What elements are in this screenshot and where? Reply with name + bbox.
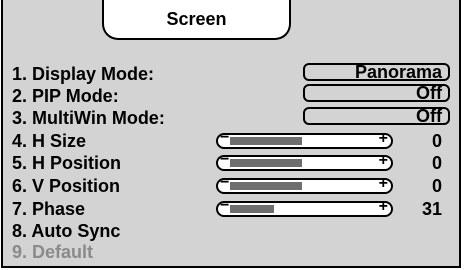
menu-item-h-size[interactable]: 4. H Size bbox=[12, 131, 86, 151]
slider-fill bbox=[230, 205, 274, 213]
display-mode-value[interactable]: Panorama bbox=[303, 63, 450, 81]
plus-icon: + bbox=[378, 201, 388, 215]
menu-item-display-mode[interactable]: 1. Display Mode: bbox=[12, 64, 154, 84]
plus-icon: + bbox=[378, 178, 388, 192]
minus-icon: − bbox=[220, 155, 230, 168]
slider-fill bbox=[230, 159, 302, 167]
plus-icon: + bbox=[378, 133, 388, 147]
pip-mode-value[interactable]: Off bbox=[303, 84, 450, 102]
h-position-value: 0 bbox=[431, 153, 442, 173]
menu-item-default: 9. Default bbox=[12, 242, 94, 262]
slider-fill bbox=[230, 182, 302, 190]
menu-item-v-position[interactable]: 6. V Position bbox=[12, 176, 120, 196]
h-position-slider[interactable]: − + bbox=[216, 155, 393, 171]
slider-fill bbox=[230, 137, 302, 145]
menu-item-multiwin-mode[interactable]: 3. MultiWin Mode: bbox=[12, 108, 165, 128]
h-size-value: 0 bbox=[431, 131, 442, 151]
v-position-slider[interactable]: − + bbox=[216, 178, 393, 194]
screen-menu-panel: Screen 1. Display Mode: Panorama 2. PIP … bbox=[1, 0, 461, 268]
menu-item-phase[interactable]: 7. Phase bbox=[12, 199, 85, 219]
plus-icon: + bbox=[378, 155, 388, 169]
menu-item-pip-mode[interactable]: 2. PIP Mode: bbox=[12, 86, 119, 106]
multiwin-mode-value[interactable]: Off bbox=[303, 107, 450, 125]
h-size-slider[interactable]: − + bbox=[216, 133, 393, 149]
phase-value: 31 bbox=[421, 199, 442, 219]
v-position-value: 0 bbox=[431, 176, 442, 196]
menu-item-auto-sync[interactable]: 8. Auto Sync bbox=[12, 221, 120, 241]
phase-slider[interactable]: − + bbox=[216, 201, 393, 217]
minus-icon: − bbox=[220, 178, 230, 191]
minus-icon: − bbox=[220, 133, 230, 146]
minus-icon: − bbox=[220, 201, 230, 214]
menu-item-h-position[interactable]: 5. H Position bbox=[12, 153, 121, 173]
menu-title: Screen bbox=[102, 0, 291, 40]
